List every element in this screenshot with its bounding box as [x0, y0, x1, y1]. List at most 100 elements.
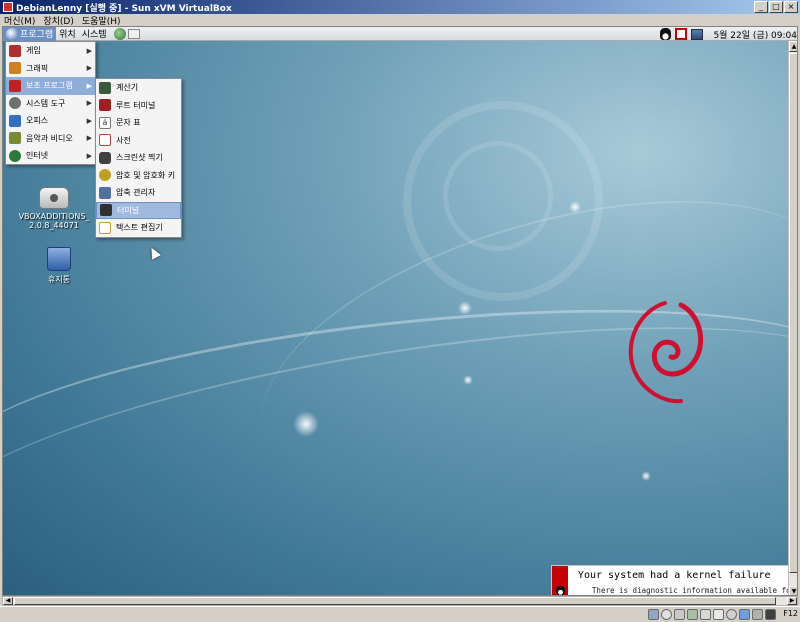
web-browser-launcher-icon[interactable] [113, 27, 126, 40]
menu-item-archive-manager[interactable]: 압축 관리자 [96, 184, 181, 202]
tux-icon[interactable] [660, 28, 672, 40]
menu-devices[interactable]: 장치(D) [43, 14, 74, 27]
panel-menu-system[interactable]: 시스템 [79, 27, 110, 41]
maximize-button[interactable]: □ [769, 1, 783, 13]
games-icon [9, 44, 21, 57]
menu-item-label: 문자 표 [116, 118, 141, 128]
network-icon[interactable] [691, 28, 704, 40]
display-icon[interactable] [739, 609, 750, 620]
system-tools-icon [9, 97, 21, 110]
menu-item-label: 보조 프로그램 [26, 81, 73, 91]
multimedia-icon [9, 132, 21, 145]
screenshot-icon [99, 151, 111, 164]
panel-menu-programs[interactable]: 프로그램 [3, 27, 57, 41]
minimize-button[interactable]: _ [754, 1, 768, 13]
cdrom-icon [39, 187, 69, 209]
menu-item-dictionary[interactable]: 사전 [96, 132, 181, 150]
horizontal-scrollbar[interactable]: ◀ ▶ [2, 596, 798, 606]
wallpaper-glow [458, 301, 472, 315]
panel-clock[interactable]: 5월 22일 (금) 09:04 [707, 28, 797, 41]
tux-icon [556, 586, 565, 595]
host-key-icon[interactable] [765, 609, 776, 620]
programs-menu: 게임 ▶ 그래픽 ▶ 보조 프로그램 ▶ 시스템 도구 ▶ 오피스 ▶ 음악과 … [5, 41, 96, 165]
system-tray: 5월 22일 (금) 09:04 [660, 27, 797, 41]
mouse-cursor [147, 245, 161, 260]
desktop[interactable]: VBOXADDITIONS_2.0.8_44071 휴지통 게임 ▶ 그래픽 ▶ [3, 41, 797, 595]
vertical-scroll-thumb[interactable] [789, 53, 797, 573]
submenu-arrow-icon: ▶ [86, 46, 92, 55]
scroll-left-button[interactable]: ◀ [3, 597, 13, 605]
menu-item-label: 스크린샷 찍기 [116, 153, 163, 163]
close-button[interactable]: × [784, 1, 798, 13]
menu-item-label: 시스템 도구 [26, 98, 66, 108]
desktop-icon-vboxadditions[interactable]: VBOXADDITIONS_2.0.8_44071 [17, 187, 91, 230]
title-bar[interactable]: DebianLenny [실행 중] - Sun xVM VirtualBox … [0, 0, 800, 14]
calculator-icon [99, 81, 111, 94]
wallpaper-glow [641, 471, 651, 481]
menu-item-system-tools[interactable]: 시스템 도구 ▶ [6, 95, 95, 113]
menu-item-label: 텍스트 편집기 [116, 223, 163, 233]
stop-icon[interactable] [675, 28, 688, 40]
menu-item-character-map[interactable]: á 문자 표 [96, 114, 181, 132]
submenu-arrow-icon: ▶ [86, 64, 92, 73]
menu-item-label: 터미널 [117, 205, 140, 215]
panel-menu-system-label: 시스템 [81, 30, 107, 40]
dictionary-icon [99, 134, 111, 147]
scroll-right-button[interactable]: ▶ [787, 597, 797, 605]
submenu-arrow-icon: ▶ [86, 116, 92, 125]
scroll-down-button[interactable]: ▼ [789, 586, 797, 595]
menu-item-graphics[interactable]: 그래픽 ▶ [6, 60, 95, 78]
gnome-foot-icon [6, 27, 18, 40]
menu-item-label: 루트 터미널 [116, 100, 156, 110]
virtualbox-icon [3, 2, 13, 12]
debian-swirl-logo [628, 301, 704, 404]
vm-status-bar: F12 [0, 606, 800, 622]
submenu-arrow-icon: ▶ [86, 151, 92, 160]
menu-item-text-editor[interactable]: 텍스트 편집기 [96, 219, 181, 237]
menu-item-label: 계산기 [116, 83, 139, 93]
menu-item-office[interactable]: 오피스 ▶ [6, 112, 95, 130]
graphics-icon [9, 62, 21, 75]
hard-disk-icon[interactable] [648, 609, 659, 620]
menu-item-label: 압축 관리자 [116, 188, 156, 198]
menu-item-label: 인터넷 [26, 151, 49, 161]
menu-item-multimedia[interactable]: 음악과 비디오 ▶ [6, 130, 95, 148]
vertical-scrollbar[interactable]: ▲ ▼ [788, 41, 797, 595]
menu-item-screenshot[interactable]: 스크린샷 찍기 [96, 149, 181, 167]
scroll-up-button[interactable]: ▲ [789, 41, 797, 52]
panel-menu-places[interactable]: 위치 [56, 27, 79, 41]
menu-item-terminal[interactable]: 터미널 [96, 201, 181, 219]
menu-item-games[interactable]: 게임 ▶ [6, 42, 95, 60]
mail-launcher-icon[interactable] [127, 28, 140, 39]
menu-machine[interactable]: 머신(M) [4, 14, 35, 27]
panel-menu-programs-label: 프로그램 [20, 30, 54, 40]
notification-body: There is diagnostic information availabl… [591, 586, 790, 595]
gnome-top-panel: 프로그램 위치 시스템 5월 22일 (금) 09:04 [3, 27, 797, 41]
menu-item-keys[interactable]: 암호 및 암호화 키 [96, 167, 181, 185]
floppy-icon[interactable] [674, 609, 685, 620]
desktop-icon-trash[interactable]: 휴지통 [39, 247, 79, 285]
virtualization-icon[interactable] [752, 609, 763, 620]
usb-icon[interactable] [700, 609, 711, 620]
horizontal-scroll-thumb[interactable] [14, 597, 776, 605]
menu-item-root-terminal[interactable]: 루트 터미널 [96, 97, 181, 115]
menu-item-internet[interactable]: 인터넷 ▶ [6, 147, 95, 165]
kernel-failure-notification[interactable]: Your system had a kernel failure There i… [551, 565, 791, 595]
guest-screen[interactable]: 프로그램 위치 시스템 5월 22일 (금) 09:04 VBOXADDITIO… [2, 26, 798, 596]
mouse-integration-icon[interactable] [726, 609, 737, 620]
window-title: DebianLenny [실행 중] - Sun xVM VirtualBox [16, 3, 232, 14]
text-editor-icon [99, 221, 111, 234]
wallpaper-glow [293, 411, 319, 437]
desktop-icon-label: 휴지통 [47, 275, 71, 284]
menu-item-label: 게임 [26, 46, 41, 56]
menu-item-accessories[interactable]: 보조 프로그램 ▶ [6, 77, 95, 95]
shared-folders-icon[interactable] [713, 609, 724, 620]
accessories-icon [9, 79, 21, 92]
menu-item-label: 암호 및 암호화 키 [116, 170, 176, 180]
network-status-icon[interactable] [687, 609, 698, 620]
menu-item-calculator[interactable]: 계산기 [96, 79, 181, 97]
menu-item-label: 그래픽 [26, 63, 49, 73]
cdrom-status-icon[interactable] [661, 609, 672, 620]
menu-help[interactable]: 도움말(H) [82, 14, 121, 27]
host-key-label: F12 [783, 609, 798, 618]
